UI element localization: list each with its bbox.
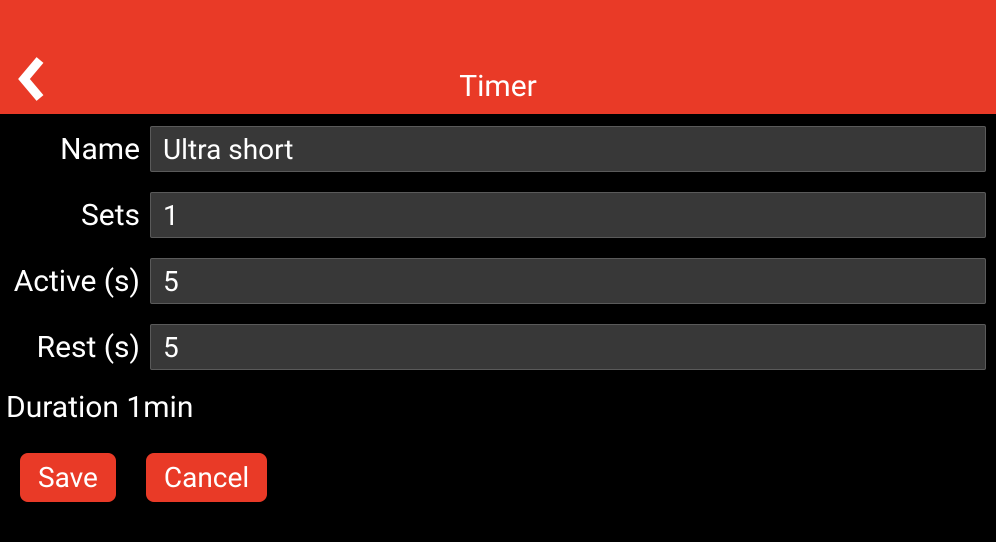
- app-header: Timer: [0, 0, 996, 114]
- chevron-left-icon: [16, 56, 44, 102]
- form-row-active: Active (s): [0, 258, 996, 304]
- form-row-name: Name: [0, 126, 996, 172]
- timer-form: Name Sets Active (s) Rest (s) Duration 1…: [0, 114, 996, 502]
- name-label: Name: [0, 132, 150, 167]
- form-row-rest: Rest (s): [0, 324, 996, 370]
- cancel-button[interactable]: Cancel: [146, 453, 267, 502]
- form-row-sets: Sets: [0, 192, 996, 238]
- active-input[interactable]: [150, 258, 986, 304]
- save-button[interactable]: Save: [20, 453, 116, 502]
- active-label: Active (s): [0, 264, 150, 299]
- rest-input[interactable]: [150, 324, 986, 370]
- duration-display: Duration 1min: [0, 390, 996, 425]
- name-input[interactable]: [150, 126, 986, 172]
- rest-label: Rest (s): [0, 330, 150, 365]
- button-row: Save Cancel: [0, 453, 996, 502]
- sets-input[interactable]: [150, 192, 986, 238]
- back-button[interactable]: [12, 50, 48, 108]
- page-title: Timer: [459, 69, 537, 104]
- sets-label: Sets: [0, 198, 150, 233]
